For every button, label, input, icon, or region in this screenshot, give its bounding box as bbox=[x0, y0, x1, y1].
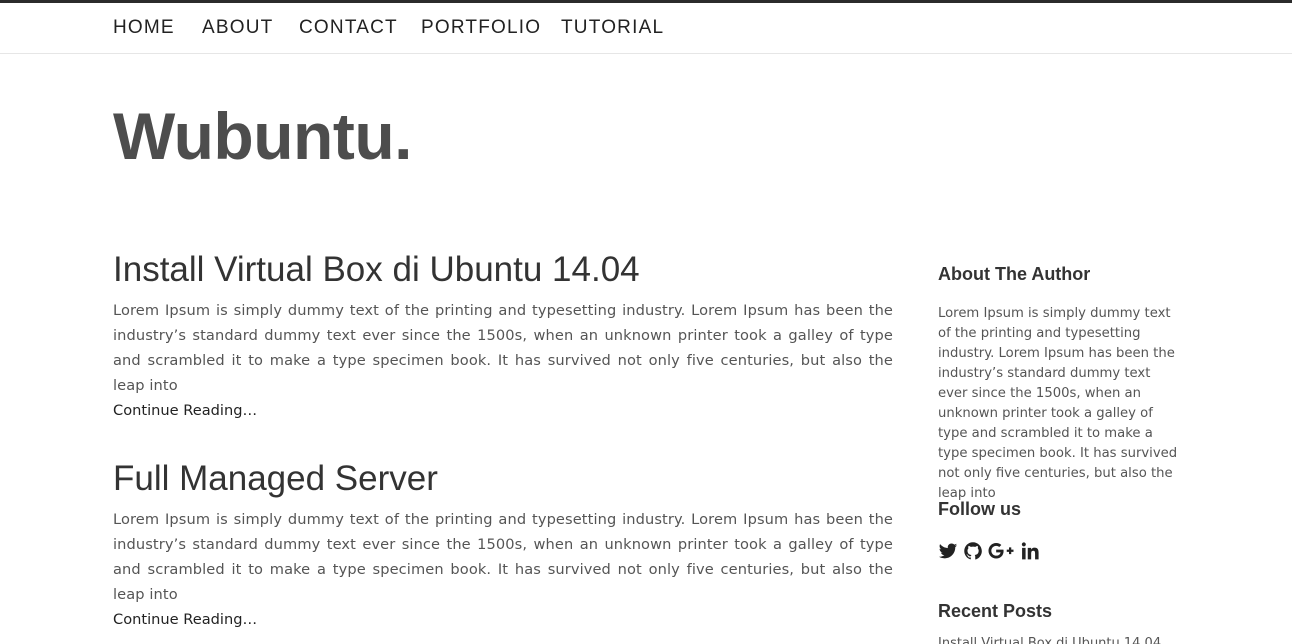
site-title[interactable]: Wubuntu. bbox=[113, 98, 413, 174]
continue-reading-link[interactable]: Continue Reading… bbox=[113, 607, 893, 632]
main-navigation: HOME ABOUT CONTACT PORTFOLIO TUTORIAL bbox=[0, 3, 1292, 54]
google-plus-icon[interactable] bbox=[987, 541, 1015, 561]
follow-us-heading: Follow us bbox=[938, 499, 1021, 519]
post-excerpt: Lorem Ipsum is simply dummy text of the … bbox=[113, 511, 893, 603]
nav-tutorial-link[interactable]: TUTORIAL bbox=[561, 17, 664, 39]
nav-home-link[interactable]: HOME bbox=[113, 17, 175, 39]
twitter-icon[interactable] bbox=[938, 541, 958, 561]
post-title-link[interactable]: Install Virtual Box di Ubuntu 14.04 bbox=[113, 250, 893, 290]
post-title-link[interactable]: Full Managed Server bbox=[113, 459, 893, 499]
recent-posts-heading: Recent Posts bbox=[938, 601, 1053, 621]
nav-portfolio-link[interactable]: PORTFOLIO bbox=[421, 17, 541, 39]
about-author-heading: About The Author bbox=[938, 264, 1091, 284]
github-icon[interactable] bbox=[963, 541, 983, 561]
nav-about-link[interactable]: ABOUT bbox=[202, 17, 273, 39]
about-author-text: Lorem Ipsum is simply dummy text of the … bbox=[938, 306, 1178, 501]
post-item: Install Virtual Box di Ubuntu 14.04 Lore… bbox=[113, 250, 893, 423]
recent-post-link[interactable]: Install Virtual Box di Ubuntu 14.04 bbox=[938, 636, 1161, 644]
continue-reading-link[interactable]: Continue Reading… bbox=[113, 398, 893, 423]
post-item: Full Managed Server Lorem Ipsum is simpl… bbox=[113, 459, 893, 632]
nav-contact-link[interactable]: CONTACT bbox=[299, 17, 398, 39]
post-excerpt: Lorem Ipsum is simply dummy text of the … bbox=[113, 302, 893, 394]
linkedin-icon[interactable] bbox=[1020, 541, 1040, 561]
